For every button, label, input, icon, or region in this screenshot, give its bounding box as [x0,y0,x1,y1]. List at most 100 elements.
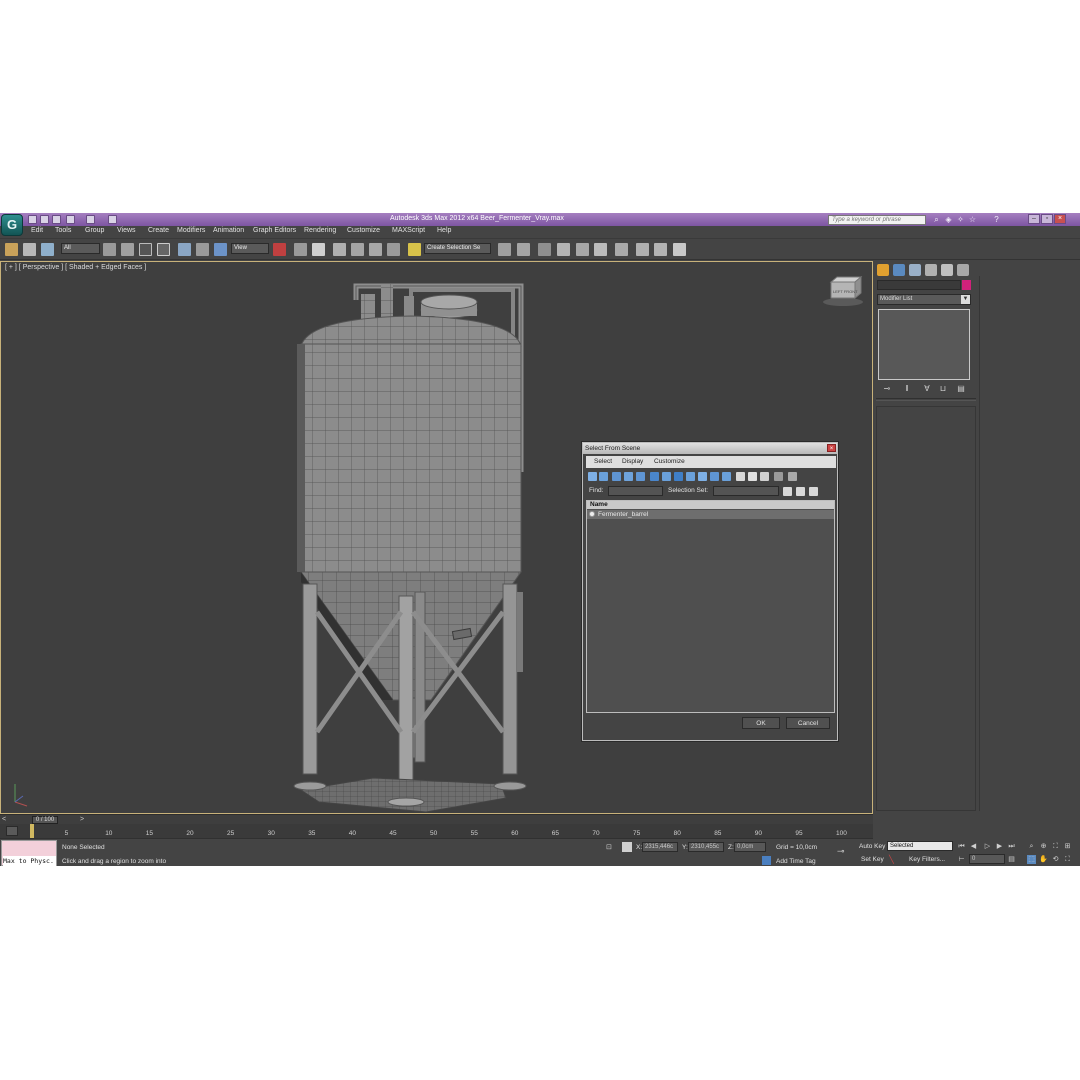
render-production-icon[interactable] [673,243,686,256]
modify-tab-icon[interactable] [893,264,905,276]
save-file-icon[interactable] [52,215,61,224]
display-groups-icon[interactable] [662,472,671,481]
display-xrefs-icon[interactable] [674,472,683,481]
object-name-field[interactable] [877,280,961,290]
schematic-view-icon[interactable] [594,243,607,256]
ok-button[interactable]: OK [742,717,780,729]
hierarchy-tab-icon[interactable] [909,264,921,276]
modifier-stack[interactable] [878,309,970,380]
select-and-manipulate-icon[interactable] [294,243,307,256]
auto-key-mode-dropdown[interactable]: Selected [887,841,953,851]
set-key-button[interactable]: Set Key [861,856,884,863]
snaps-toggle-icon[interactable] [333,243,346,256]
menu-graph-editors[interactable]: Graph Editors [253,227,296,234]
key-icon[interactable]: ⊸ [837,846,853,856]
dialog-close-button[interactable]: × [827,444,836,452]
x-coordinate-field[interactable]: 2315,446c [642,842,678,852]
display-lights-icon[interactable] [612,472,621,481]
time-configuration-icon[interactable]: ▤ [1007,855,1016,864]
zoom-all-icon[interactable]: ⊕ [1039,842,1048,851]
lock-icon[interactable]: ⊡ [606,843,614,851]
maxscript-listener[interactable]: Max to Physc. [1,840,57,866]
absolute-mode-icon[interactable] [622,842,632,852]
configure-modifier-sets-icon[interactable]: ▤ [955,384,967,394]
material-editor-icon[interactable] [615,243,628,256]
maximize-button[interactable]: ▫ [1041,214,1053,224]
time-tag-icon[interactable] [762,856,771,865]
track-bar[interactable]: 5 10 15 20 25 30 35 40 45 50 55 60 65 70 75 80 85 90 95 100 [0,824,873,838]
reference-coordinate-dropdown[interactable]: View [231,243,269,254]
graphite-ribbon-icon[interactable] [557,243,570,256]
menu-tools[interactable]: Tools [55,227,71,234]
help-icon[interactable]: ? [992,215,1001,224]
dialog-menu-select[interactable]: Select [594,458,612,465]
curve-editor-icon[interactable] [576,243,589,256]
menu-create[interactable]: Create [148,227,169,234]
motion-tab-icon[interactable] [925,264,937,276]
go-to-start-icon[interactable]: ⏮ [957,842,966,851]
object-color-swatch[interactable] [962,280,971,290]
edit-named-selection-icon[interactable] [408,243,421,256]
zoom-extents-all-icon[interactable]: ⊞ [1063,842,1072,851]
select-and-move-icon[interactable] [178,243,191,256]
auto-key-button[interactable]: Auto Key [859,843,885,850]
scene-object-list[interactable]: Name Fermenter_barrel [586,500,835,713]
select-and-rotate-icon[interactable] [196,243,209,256]
display-tab-icon[interactable] [941,264,953,276]
search-input[interactable]: Type a keyword or phrase [828,215,926,225]
display-bones-icon[interactable] [686,472,695,481]
unlink-selection-icon[interactable] [23,243,36,256]
display-cameras-icon[interactable] [624,472,633,481]
viewcube[interactable]: LEFT FRONT [823,275,863,306]
application-button[interactable]: G [1,214,23,236]
select-by-name-icon[interactable] [121,243,134,256]
name-column-header[interactable]: Name [587,501,834,509]
selection-filter-dropdown[interactable]: All [61,243,100,254]
list-item[interactable]: Fermenter_barrel [587,510,834,519]
y-coordinate-field[interactable]: 2310,455c [688,842,724,852]
play-icon[interactable]: ▷ [983,842,992,851]
rendered-frame-window-icon[interactable] [654,243,667,256]
close-window-button[interactable]: × [1054,214,1066,224]
zoom-extents-icon[interactable]: ⛶ [1051,842,1060,851]
remove-modifier-icon[interactable]: ⊔ [937,384,949,394]
display-geometry-icon[interactable] [588,472,597,481]
previous-key-icon[interactable]: ◀ [969,842,978,851]
select-and-scale-icon[interactable] [214,243,227,256]
align-icon[interactable] [517,243,530,256]
menu-views[interactable]: Views [117,227,136,234]
sync-selection-icon[interactable] [774,472,783,481]
communication-icon[interactable]: ✧ [956,215,965,224]
display-containers-icon[interactable] [698,472,707,481]
subscription-icon[interactable]: ◈ [944,215,953,224]
go-to-end-icon[interactable]: ⏭ [1007,842,1016,851]
set-key-icon[interactable]: ╲ [889,855,899,865]
menu-animation[interactable]: Animation [213,227,244,234]
keyboard-shortcut-override-icon[interactable] [312,243,325,256]
add-time-tag[interactable]: Add Time Tag [776,858,816,865]
show-end-result-icon[interactable]: ‖ [901,384,913,394]
next-key-icon[interactable]: ▶ [995,842,1004,851]
display-none-icon[interactable] [748,472,757,481]
menu-rendering[interactable]: Rendering [304,227,336,234]
window-crossing-icon[interactable] [157,243,170,256]
select-and-link-icon[interactable] [5,243,18,256]
use-pivot-point-icon[interactable] [273,243,286,256]
favorites-icon[interactable]: ☆ [968,215,977,224]
minimize-button[interactable]: – [1028,214,1040,224]
display-space-warps-icon[interactable] [650,472,659,481]
project-folder-icon[interactable] [108,215,117,224]
z-coordinate-field[interactable]: 0,0cm [734,842,766,852]
selection-set-dropdown[interactable] [713,486,779,496]
render-setup-icon[interactable] [636,243,649,256]
find-case-sensitive-icon[interactable] [783,487,792,496]
percent-snap-icon[interactable] [369,243,382,256]
bind-to-space-warp-icon[interactable] [41,243,54,256]
layer-manager-icon[interactable] [538,243,551,256]
select-dependents-icon[interactable] [796,487,805,496]
binoculars-icon[interactable]: ⌕ [932,215,941,224]
maximize-viewport-icon[interactable]: ⛶ [1063,855,1072,864]
angle-snap-icon[interactable] [351,243,364,256]
dialog-menu-customize[interactable]: Customize [654,458,685,465]
select-object-icon[interactable] [103,243,116,256]
